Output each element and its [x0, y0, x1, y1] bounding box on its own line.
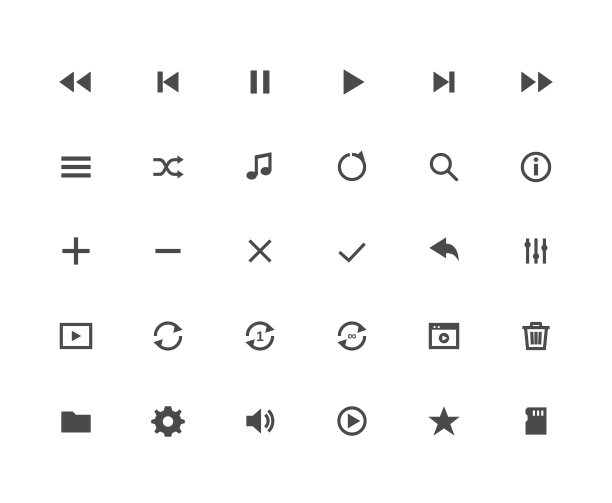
- fast-forward-icon[interactable]: [490, 40, 582, 125]
- video-player-icon[interactable]: [398, 294, 490, 379]
- minus-icon[interactable]: [122, 209, 214, 294]
- media-icon-grid: 1 ∞: [0, 0, 612, 503]
- next-icon[interactable]: [398, 40, 490, 125]
- search-icon[interactable]: [398, 125, 490, 210]
- settings-icon[interactable]: [122, 378, 214, 463]
- play-circle-icon[interactable]: [306, 378, 398, 463]
- trash-icon[interactable]: [490, 294, 582, 379]
- refresh-icon[interactable]: [306, 125, 398, 210]
- previous-icon[interactable]: [122, 40, 214, 125]
- svg-text:1: 1: [256, 329, 264, 344]
- close-icon[interactable]: [214, 209, 306, 294]
- rewind-icon[interactable]: [30, 40, 122, 125]
- play-icon[interactable]: [306, 40, 398, 125]
- folder-icon[interactable]: [30, 378, 122, 463]
- shuffle-icon[interactable]: [122, 125, 214, 210]
- info-icon[interactable]: [490, 125, 582, 210]
- music-note-icon[interactable]: [214, 125, 306, 210]
- check-icon[interactable]: [306, 209, 398, 294]
- plus-icon[interactable]: [30, 209, 122, 294]
- video-playlist-icon[interactable]: [30, 294, 122, 379]
- star-icon[interactable]: [398, 378, 490, 463]
- equalizer-icon[interactable]: [490, 209, 582, 294]
- repeat-icon[interactable]: [122, 294, 214, 379]
- reply-icon[interactable]: [398, 209, 490, 294]
- svg-text:∞: ∞: [348, 329, 357, 343]
- menu-icon[interactable]: [30, 125, 122, 210]
- sd-card-icon[interactable]: [490, 378, 582, 463]
- repeat-infinite-icon[interactable]: ∞: [306, 294, 398, 379]
- pause-icon[interactable]: [214, 40, 306, 125]
- volume-icon[interactable]: [214, 378, 306, 463]
- repeat-one-icon[interactable]: 1: [214, 294, 306, 379]
